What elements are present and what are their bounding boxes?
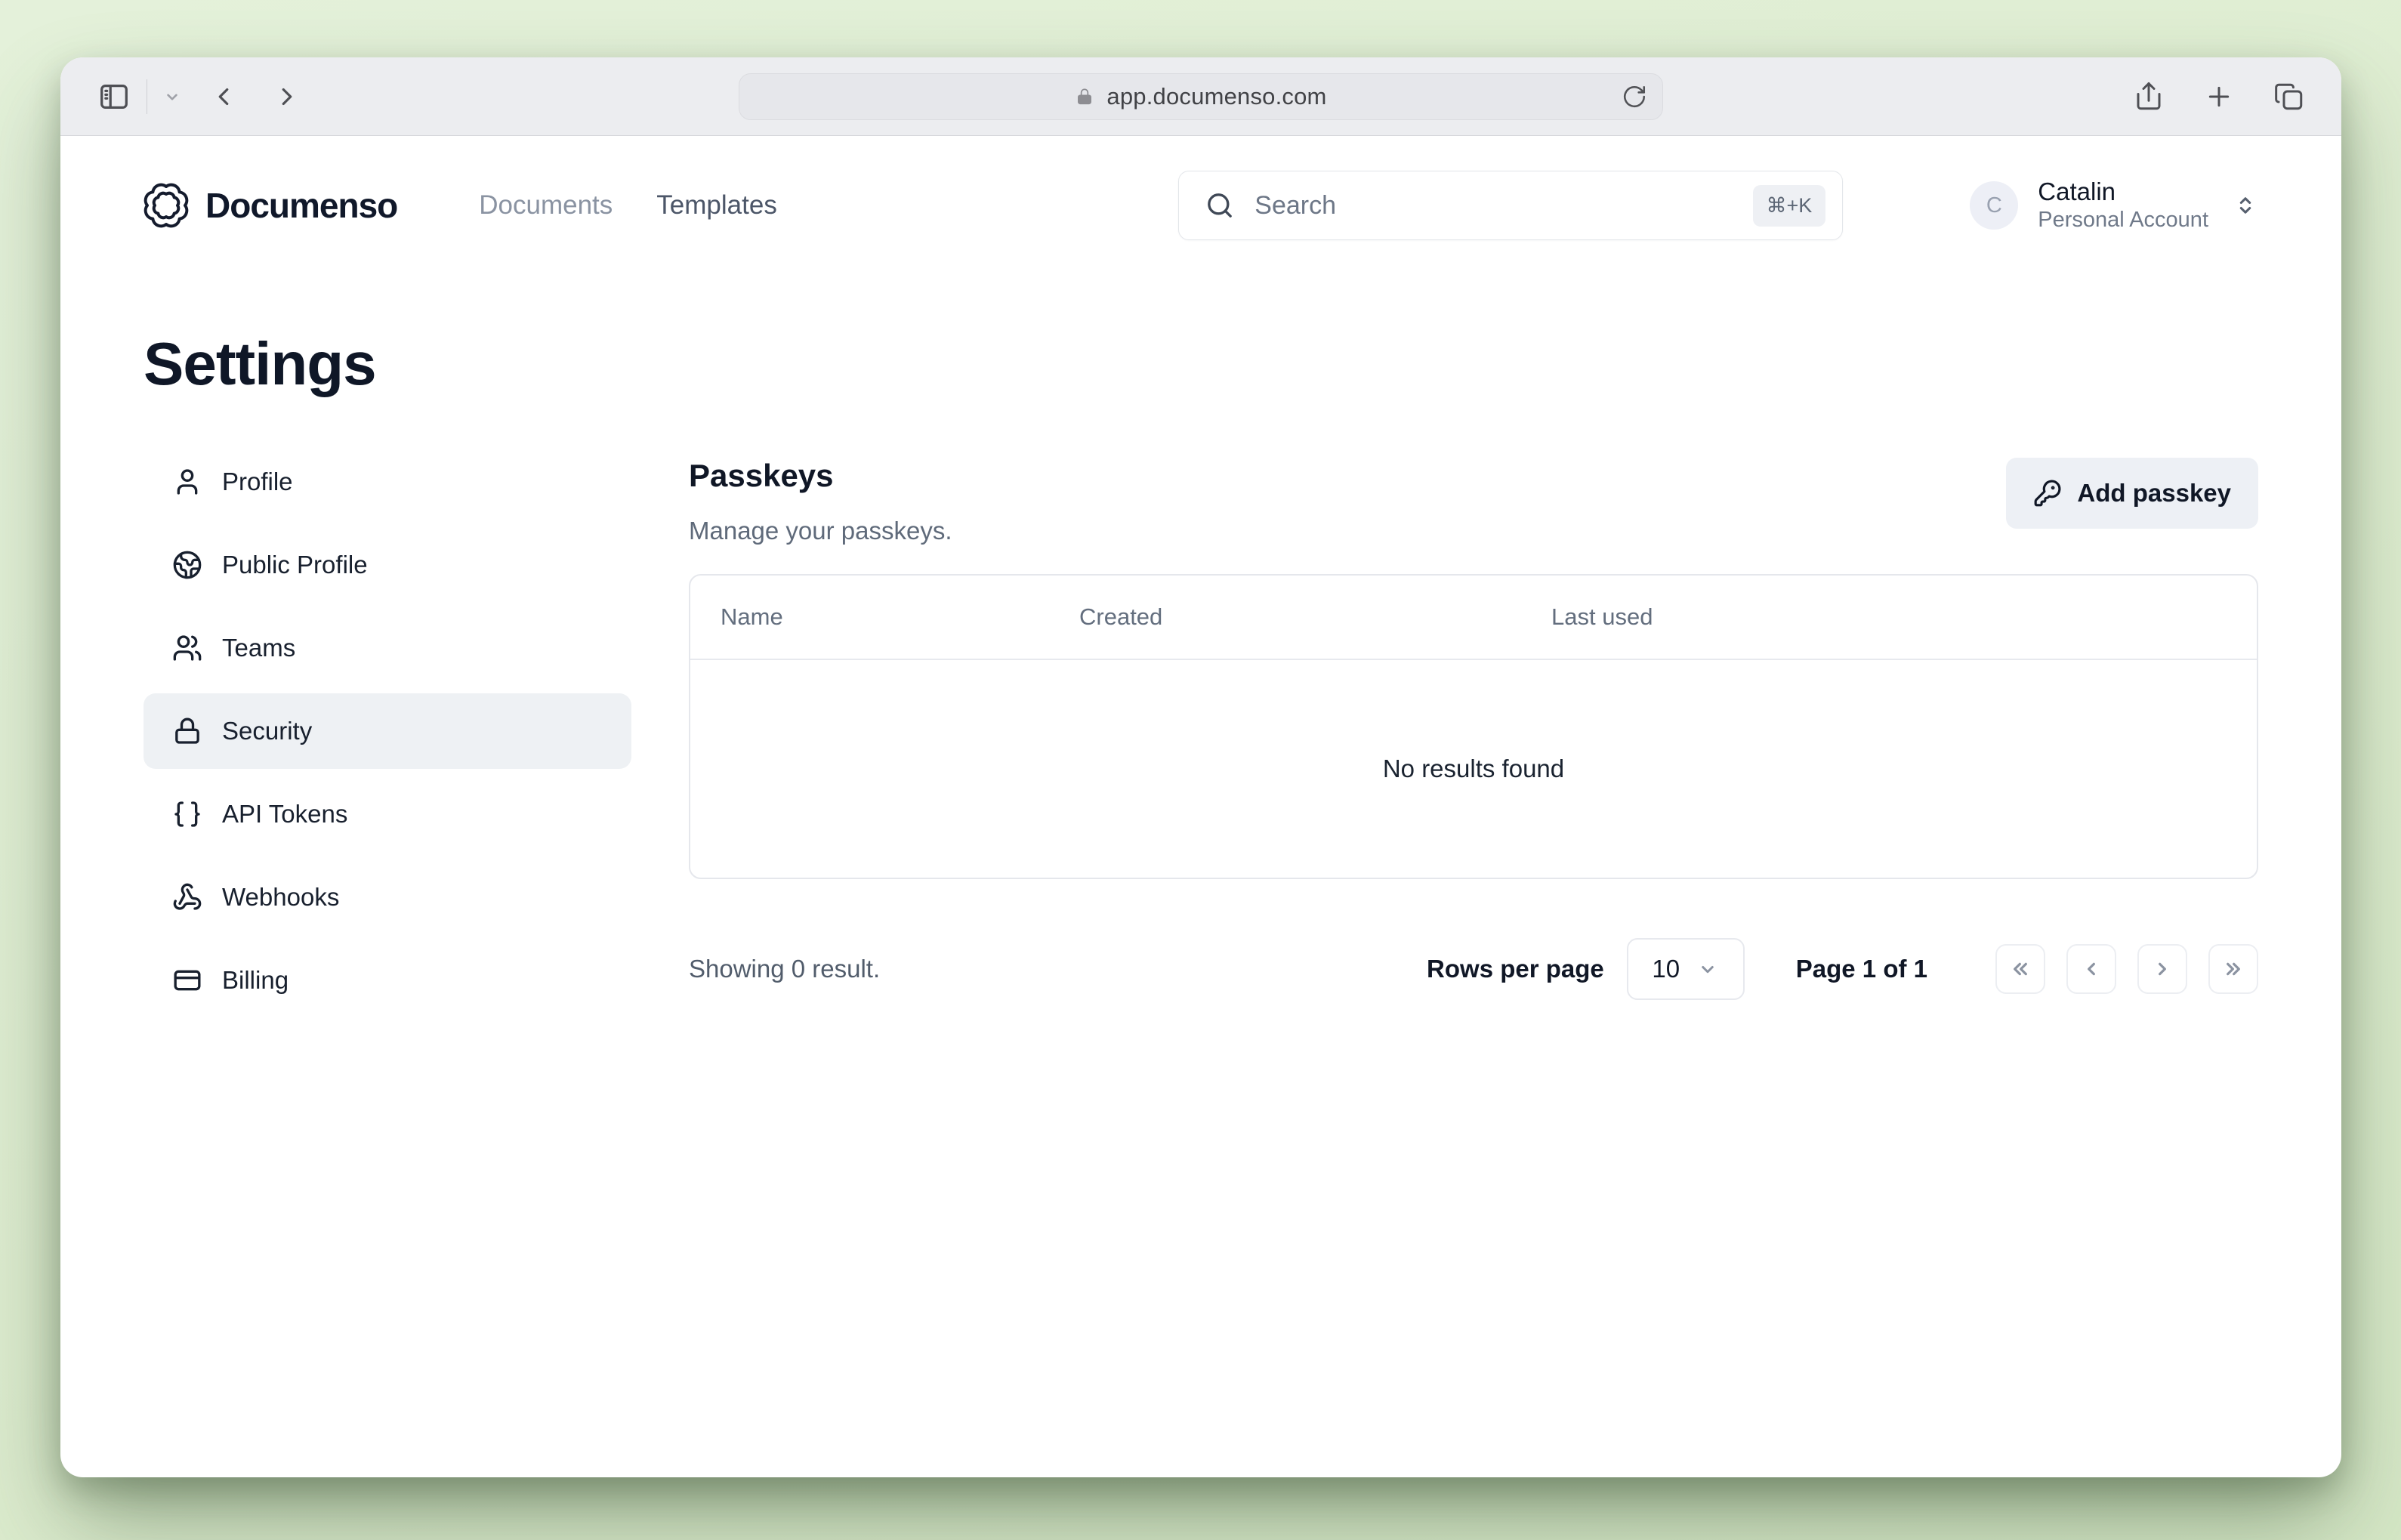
add-passkey-label: Add passkey [2077, 479, 2231, 508]
sidebar-item-public-profile[interactable]: Public Profile [144, 527, 631, 603]
add-passkey-button[interactable]: Add passkey [2006, 458, 2258, 529]
sidebar-item-label: Public Profile [222, 551, 368, 579]
passkeys-subtitle: Manage your passkeys. [689, 517, 952, 545]
column-header-created: Created [1079, 603, 1551, 631]
passkeys-title: Passkeys [689, 458, 952, 494]
search-shortcut-badge: ⌘+K [1753, 185, 1826, 227]
avatar: C [1970, 181, 2018, 230]
share-icon[interactable] [2133, 81, 2165, 113]
address-bar[interactable]: app.documenso.com [739, 73, 1663, 120]
chevron-down-icon [1696, 958, 1719, 980]
key-icon [2033, 479, 2062, 508]
settings-sidebar: Profile Public Profile Teams [144, 444, 631, 1018]
sidebar-item-billing[interactable]: Billing [144, 943, 631, 1018]
sidebar-toggle-icon[interactable] [97, 79, 131, 114]
passkeys-table: Name Created Last used No results found [689, 574, 2258, 879]
toolbar-left-group [97, 79, 301, 114]
app-header: Documenso Documents Templates Search ⌘+K… [144, 136, 2258, 240]
sidebar-item-teams[interactable]: Teams [144, 610, 631, 686]
tab-overview-icon[interactable] [2273, 81, 2305, 113]
url-text: app.documenso.com [1106, 83, 1326, 110]
brand-logo-link[interactable]: Documenso [144, 183, 397, 228]
top-nav: Documents Templates [479, 190, 777, 221]
nav-item-documents[interactable]: Documents [479, 190, 613, 221]
browser-toolbar: app.documenso.com [60, 57, 2341, 136]
previous-page-button[interactable] [2066, 944, 2116, 994]
account-type: Personal Account [2038, 208, 2208, 233]
rows-per-page-label: Rows per page [1427, 955, 1604, 983]
sidebar-item-label: Security [222, 717, 312, 745]
sidebar-item-webhooks[interactable]: Webhooks [144, 859, 631, 935]
sidebar-item-label: API Tokens [222, 800, 347, 829]
page-title: Settings [144, 329, 2258, 399]
account-name: Catalin [2038, 178, 2208, 205]
sidebar-item-label: Teams [222, 634, 295, 662]
users-icon [172, 633, 202, 663]
results-summary: Showing 0 result. [689, 955, 880, 983]
globe-icon [172, 550, 202, 580]
sidebar-item-label: Billing [222, 966, 289, 995]
search-icon [1205, 190, 1235, 221]
sidebar-item-profile[interactable]: Profile [144, 444, 631, 520]
column-header-last-used: Last used [1551, 603, 2257, 631]
rows-per-page-select[interactable]: 10 [1627, 938, 1745, 1000]
documenso-logo-icon [144, 183, 189, 228]
browser-window: app.documenso.com [60, 57, 2341, 1477]
rows-per-page-value: 10 [1652, 955, 1680, 983]
pagination-controls [1995, 944, 2258, 994]
search-input[interactable]: Search ⌘+K [1178, 171, 1843, 240]
app-content: Documenso Documents Templates Search ⌘+K… [60, 136, 2341, 1018]
chevrons-up-down-icon [2233, 193, 2258, 218]
search-placeholder: Search [1255, 191, 1733, 221]
page-indicator: Page 1 of 1 [1796, 955, 1927, 983]
passkeys-panel: Passkeys Manage your passkeys. Add passk… [689, 444, 2258, 1018]
empty-state-message: No results found [1383, 755, 1564, 783]
sidebar-menu-chevron-icon[interactable] [162, 87, 182, 106]
sidebar-item-label: Profile [222, 468, 293, 496]
sidebar-item-security[interactable]: Security [144, 693, 631, 769]
user-icon [172, 467, 202, 497]
brand-name: Documenso [205, 185, 397, 226]
new-tab-icon[interactable] [2204, 82, 2234, 112]
nav-item-templates[interactable]: Templates [656, 190, 777, 221]
sidebar-item-label: Webhooks [222, 883, 339, 912]
account-menu[interactable]: C Catalin Personal Account [1970, 178, 2258, 233]
toolbar-right-group [2133, 81, 2305, 113]
last-page-button[interactable] [2208, 944, 2258, 994]
back-icon[interactable] [209, 82, 238, 111]
tls-lock-icon [1075, 87, 1094, 106]
forward-icon[interactable] [273, 82, 301, 111]
first-page-button[interactable] [1995, 944, 2045, 994]
webhook-icon [172, 882, 202, 912]
empty-state-row: No results found [690, 660, 2257, 878]
table-footer: Showing 0 result. Rows per page 10 Page … [689, 938, 2258, 1000]
sidebar-item-api-tokens[interactable]: API Tokens [144, 776, 631, 852]
credit-card-icon [172, 965, 202, 995]
braces-icon [172, 799, 202, 829]
reload-icon[interactable] [1622, 84, 1647, 110]
lock-icon [172, 716, 202, 746]
table-header-row: Name Created Last used [690, 576, 2257, 660]
next-page-button[interactable] [2137, 944, 2187, 994]
column-header-name: Name [690, 603, 1079, 631]
